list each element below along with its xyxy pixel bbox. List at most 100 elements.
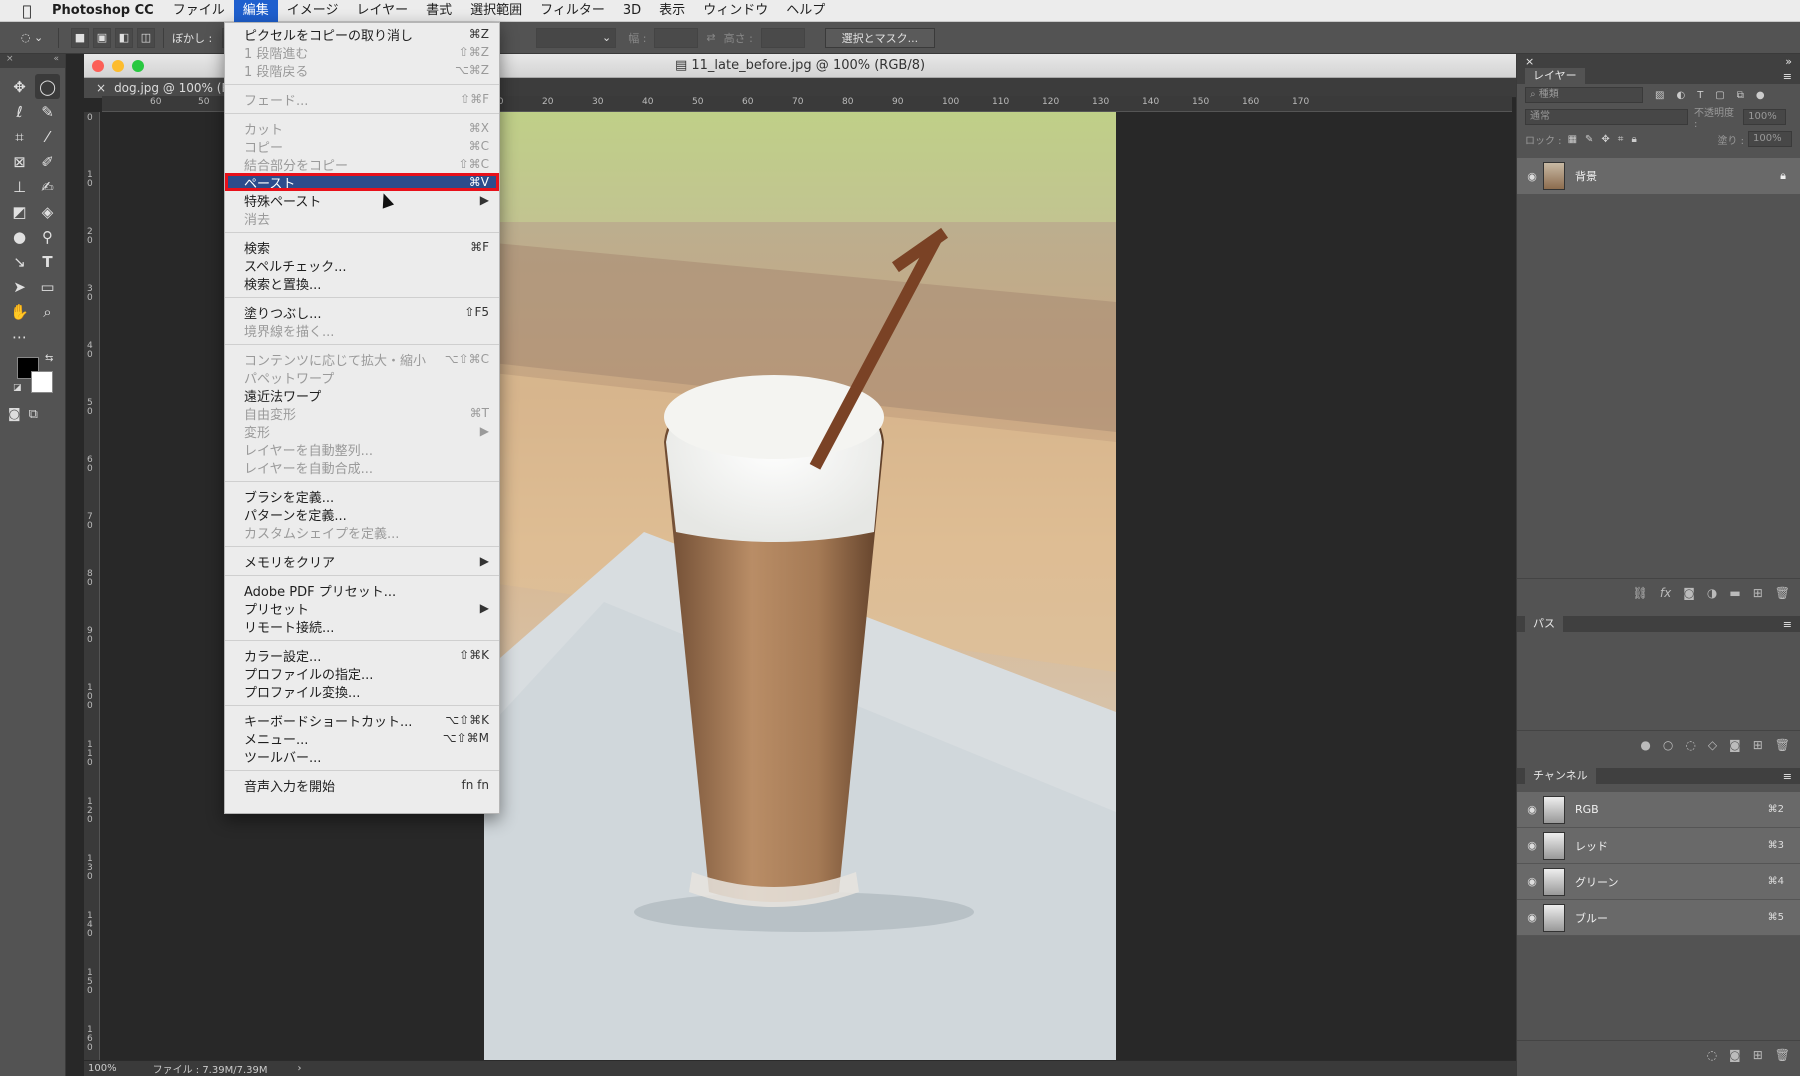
quick-mask-icon[interactable]: ◙: [8, 407, 21, 422]
channel-row[interactable]: ◉ レッド ⌘3: [1517, 828, 1800, 864]
intersect-selection-icon[interactable]: ◫: [137, 27, 155, 48]
layer-name[interactable]: 背景: [1575, 168, 1597, 184]
add-selection-icon[interactable]: ▣: [93, 27, 111, 48]
visibility-eye-icon[interactable]: ◉: [1521, 875, 1543, 888]
zoom-tool-icon[interactable]: ⌕: [35, 299, 60, 324]
menubar-item[interactable]: 選択範囲: [461, 0, 531, 22]
menubar-item[interactable]: ファイル: [164, 0, 234, 22]
bucket-tool-icon[interactable]: ◈: [35, 199, 60, 224]
menu-item[interactable]: カット ⌘X: [225, 119, 499, 138]
menu-item[interactable]: 特殊ペースト ▶: [225, 191, 499, 210]
rectangle-tool-icon[interactable]: ▭: [35, 274, 60, 299]
adjustment-layer-icon[interactable]: ◑: [1707, 586, 1717, 600]
new-group-icon[interactable]: ▬: [1729, 586, 1740, 600]
type-tool-icon[interactable]: T: [35, 249, 60, 274]
channels-tab[interactable]: チャンネル: [1525, 768, 1596, 784]
delete-channel-icon[interactable]: 🗑︎: [1775, 1048, 1790, 1062]
channel-row[interactable]: ◉ グリーン ⌘4: [1517, 864, 1800, 900]
eraser-tool-icon[interactable]: ◩: [7, 199, 32, 224]
load-channel-selection-icon[interactable]: ◌: [1707, 1048, 1717, 1062]
menu-item[interactable]: パペットワープ: [225, 368, 499, 387]
style-select[interactable]: ⌄: [536, 27, 617, 48]
background-color[interactable]: [31, 371, 53, 393]
menubar-item[interactable]: フィルター: [531, 0, 614, 22]
select-and-mask-button[interactable]: 選択とマスク...: [824, 27, 935, 48]
menu-item[interactable]: レイヤーを自動合成...: [225, 458, 499, 477]
panel-menu-icon[interactable]: ≡: [1783, 618, 1792, 631]
menubar-item[interactable]: レイヤー: [347, 0, 417, 22]
filter-shape-icon[interactable]: ▢: [1715, 90, 1724, 101]
history-brush-icon[interactable]: ✍: [35, 174, 60, 199]
menubar-item[interactable]: イメージ: [278, 0, 348, 22]
filter-toggle-icon[interactable]: ●: [1756, 90, 1765, 101]
blend-mode-select[interactable]: 通常: [1525, 109, 1689, 125]
lock-position-icon[interactable]: ✥: [1601, 134, 1609, 145]
layer-row-background[interactable]: ◉ 背景 🔒︎: [1517, 158, 1800, 194]
hand-tool-icon[interactable]: ✋: [7, 299, 32, 324]
menu-item[interactable]: 1 段階戻る ⌥⌘Z: [225, 61, 499, 80]
link-layers-icon[interactable]: ⛓: [1633, 586, 1648, 600]
stamp-tool-icon[interactable]: ⊥: [7, 174, 32, 199]
add-mask-icon[interactable]: ◙: [1683, 586, 1695, 600]
marquee-tool-preset-icon[interactable]: ◌ ⌄: [14, 28, 50, 48]
menu-item[interactable]: 塗りつぶし... ⇧F5: [225, 303, 499, 322]
menu-item[interactable]: Adobe PDF プリセット...: [225, 581, 499, 600]
zoom-level[interactable]: 100%: [88, 1063, 117, 1074]
blur-tool-icon[interactable]: ●: [7, 224, 32, 249]
apple-icon[interactable]: : [16, 2, 38, 20]
load-selection-icon[interactable]: ◌: [1685, 738, 1695, 752]
swap-colors-icon[interactable]: ⇆: [45, 353, 53, 364]
new-layer-icon[interactable]: ⊞: [1753, 586, 1763, 600]
menu-item[interactable]: 境界線を描く...: [225, 321, 499, 340]
visibility-eye-icon[interactable]: ◉: [1521, 911, 1543, 924]
panel-menu-icon[interactable]: ≡: [1783, 770, 1792, 783]
width-input[interactable]: [654, 27, 699, 48]
layer-filter-select[interactable]: ⌕ 種類: [1525, 87, 1643, 103]
menu-item[interactable]: 遠近法ワープ: [225, 386, 499, 405]
menu-item[interactable]: 検索と置換...: [225, 274, 499, 293]
eyedropper-tool-icon[interactable]: ⁄: [35, 124, 60, 149]
filter-smart-icon[interactable]: ⧉: [1737, 90, 1744, 101]
menu-item[interactable]: プリセット ▶: [225, 599, 499, 618]
menu-item[interactable]: 変形 ▶: [225, 422, 499, 441]
screen-mode-icon[interactable]: ⧉: [29, 407, 38, 422]
visibility-eye-icon[interactable]: ◉: [1521, 803, 1543, 816]
menubar-item[interactable]: 編集: [233, 0, 278, 22]
menu-item[interactable]: ブラシを定義...: [225, 487, 499, 506]
menubar-item[interactable]: ヘルプ: [777, 0, 834, 22]
panel-menu-icon[interactable]: ≡: [1783, 70, 1792, 83]
new-channel-icon[interactable]: ⊞: [1753, 1048, 1763, 1062]
lock-image-icon[interactable]: ✎: [1585, 134, 1593, 145]
menu-item[interactable]: フェード... ⇧⌘F: [225, 90, 499, 109]
stroke-path-icon[interactable]: ○: [1663, 738, 1673, 752]
menu-item[interactable]: 結合部分をコピー ⇧⌘C: [225, 155, 499, 174]
frame-tool-icon[interactable]: ⊠: [7, 149, 32, 174]
height-input[interactable]: [760, 27, 805, 48]
menu-item[interactable]: 検索 ⌘F: [225, 238, 499, 257]
add-mask-icon[interactable]: ◙: [1729, 738, 1741, 752]
menubar-item[interactable]: ウィンドウ: [694, 0, 777, 22]
delete-layer-icon[interactable]: 🗑︎: [1775, 586, 1790, 600]
lock-artboard-icon[interactable]: ⌗: [1618, 134, 1624, 145]
menu-item[interactable]: ツールバー...: [225, 747, 499, 766]
image-canvas[interactable]: [484, 112, 1116, 1060]
lock-all-icon[interactable]: 🔒︎: [1631, 134, 1636, 145]
paths-tab[interactable]: パス: [1525, 616, 1563, 632]
filter-pixel-icon[interactable]: ▨: [1655, 90, 1664, 101]
swap-icon[interactable]: ⇄: [706, 31, 715, 44]
move-tool-icon[interactable]: ✥: [7, 74, 32, 99]
make-work-path-icon[interactable]: ◇: [1708, 738, 1717, 752]
filter-adjust-icon[interactable]: ◐: [1676, 90, 1685, 101]
close-icon[interactable]: ×: [1525, 55, 1534, 68]
lasso-tool-icon[interactable]: ℓ: [7, 99, 32, 124]
dodge-tool-icon[interactable]: ⚲: [35, 224, 60, 249]
menu-item[interactable]: スペルチェック...: [225, 256, 499, 275]
brush-tool-icon[interactable]: ✐: [35, 149, 60, 174]
visibility-eye-icon[interactable]: ◉: [1521, 839, 1543, 852]
channel-row[interactable]: ◉ RGB ⌘2: [1517, 792, 1800, 828]
menu-item[interactable]: プロファイル変換...: [225, 682, 499, 701]
delete-path-icon[interactable]: 🗑︎: [1775, 738, 1790, 752]
menu-item[interactable]: メニュー... ⌥⇧⌘M: [225, 729, 499, 748]
menu-item[interactable]: パターンを定義...: [225, 505, 499, 524]
menu-item[interactable]: 1 段階進む ⇧⌘Z: [225, 43, 499, 62]
